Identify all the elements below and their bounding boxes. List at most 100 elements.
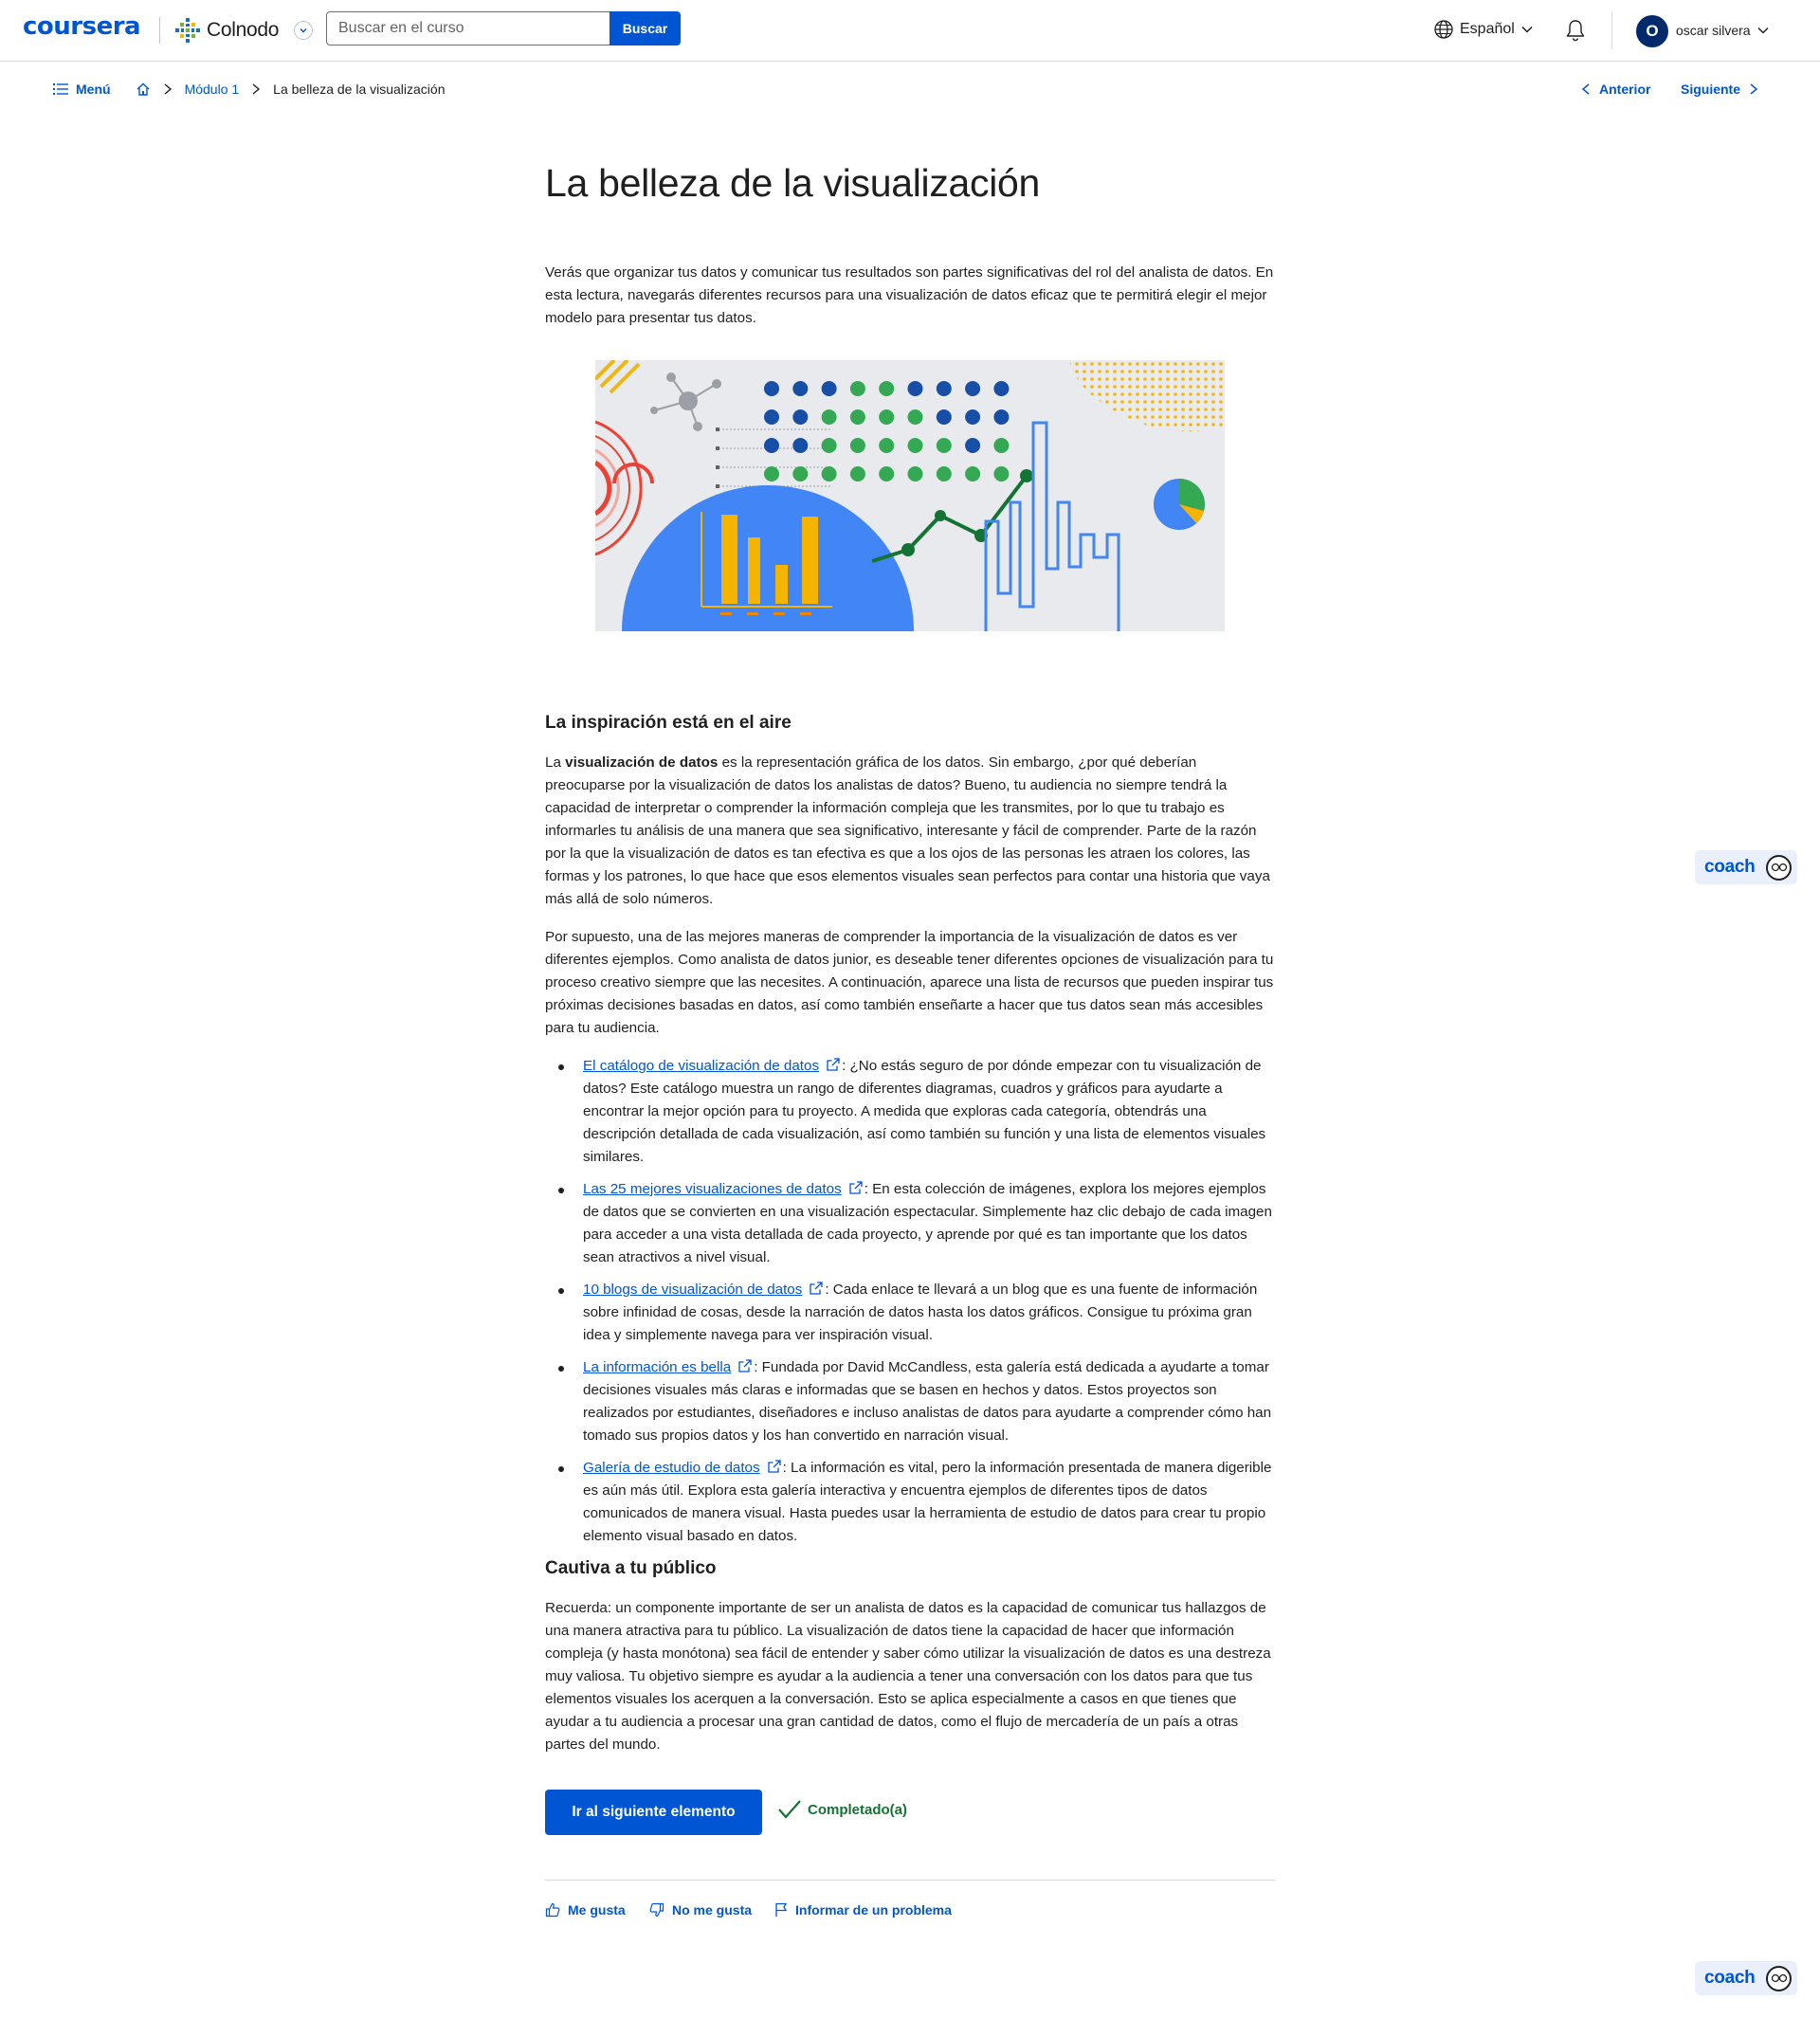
section-heading-audience: Cautiva a tu público [545, 1558, 717, 1578]
breadcrumb-module-link[interactable]: Módulo 1 [185, 82, 240, 97]
illustration-dot [764, 466, 779, 482]
illustration-dot [849, 466, 865, 482]
user-menu[interactable]: oscar silvera [1676, 23, 1770, 38]
illustration-dot [879, 381, 895, 396]
chevron-down-icon[interactable] [294, 21, 314, 40]
top-header: coursera Colnodo Buscar Español O osca [0, 0, 1820, 62]
inspiration-paragraph-2: Por supuesto, una de las mejores maneras… [545, 929, 1274, 1036]
menu-toggle[interactable]: Menú [53, 82, 111, 97]
menu-label: Menú [76, 82, 111, 97]
external-link-icon [738, 1359, 752, 1373]
search-button[interactable]: Buscar [610, 11, 681, 45]
illustration-dot [936, 438, 952, 453]
coach-glasses-icon [1766, 1965, 1792, 1991]
illustration-dot [936, 381, 952, 396]
illustration-dot [879, 438, 895, 453]
illustration-dot [907, 409, 923, 425]
header-divider [1611, 11, 1612, 49]
external-link-icon [849, 1181, 863, 1194]
thumbs-up-icon [545, 1902, 560, 1918]
term-bold: visualización de datos [565, 754, 719, 771]
globe-icon [1434, 20, 1453, 39]
notifications-bell-icon[interactable] [1562, 17, 1589, 44]
illustration-dot [936, 466, 952, 482]
chevron-right-icon [250, 82, 262, 96]
dislike-label: No me gusta [672, 1902, 753, 1918]
next-button[interactable]: Siguiente [1681, 82, 1759, 97]
audience-paragraph: Recuerda: un componente importante de se… [545, 1600, 1271, 1753]
search-input[interactable] [326, 11, 610, 45]
external-link-icon [767, 1460, 781, 1473]
illustration-dot [821, 438, 837, 453]
user-avatar[interactable]: O [1636, 15, 1668, 47]
dislike-button[interactable]: No me gusta [649, 1902, 752, 1918]
illustration-dot [792, 466, 809, 482]
like-button[interactable]: Me gusta [545, 1902, 626, 1918]
chevron-down-icon [1757, 27, 1769, 34]
breadcrumb: Menú Módulo 1 La belleza de la visualiza… [53, 82, 446, 97]
section-inspiration: La inspiración está en el aire La visual… [545, 713, 1276, 1557]
illustration-dot [849, 409, 865, 425]
illustration-dot [879, 466, 895, 482]
completed-label: Completado(a) [808, 1801, 907, 1818]
coursera-logo[interactable]: coursera [23, 12, 141, 41]
coach-glasses-icon [1766, 854, 1792, 881]
illustration-dot [764, 438, 779, 453]
partner-name: Colnodo [207, 19, 280, 41]
flag-icon [775, 1902, 788, 1917]
illustration-dot [792, 438, 809, 453]
illustration-dot [936, 409, 952, 425]
coach-button[interactable]: coach [1695, 850, 1797, 884]
chevron-right-icon [162, 82, 173, 96]
language-selector[interactable]: Español [1433, 19, 1534, 40]
inspiration-text: es la representación gráfica de los dato… [545, 754, 1270, 907]
resource-link[interactable]: Galería de estudio de datos [583, 1460, 760, 1476]
completed-status: Completado(a) [777, 1799, 907, 1820]
illustration-dot [849, 438, 865, 453]
intro-paragraph: Verás que organizar tus datos y comunica… [545, 264, 1274, 326]
illustration-dot [965, 381, 981, 396]
previous-button[interactable]: Anterior [1580, 82, 1650, 97]
thumbs-down-icon [649, 1902, 664, 1918]
logo-divider [159, 17, 160, 44]
report-label: Informar de un problema [795, 1902, 952, 1918]
divider [545, 1880, 1276, 1881]
article: La belleza de la visualización Verás que… [545, 161, 1276, 326]
illustration-dot [993, 438, 1010, 453]
chevron-left-icon [1581, 83, 1590, 95]
resource-link[interactable]: 10 blogs de visualización de datos [583, 1282, 802, 1298]
illustration-dot [993, 466, 1010, 482]
go-to-next-item-button[interactable]: Ir al siguiente elemento [545, 1790, 762, 1835]
previous-label: Anterior [1599, 82, 1651, 97]
illustration-dot [849, 381, 865, 396]
illustration-dot [821, 409, 837, 425]
illustration-dot [965, 466, 981, 482]
illustration-dot [907, 466, 923, 482]
illustration-dot [993, 409, 1010, 425]
list-item: Galería de estudio de datos: La informac… [545, 1457, 1276, 1548]
illustration-dot [821, 381, 837, 396]
section-audience: Cautiva a tu público Recuerda: un compon… [545, 1558, 1276, 1756]
coach-button[interactable]: coach [1695, 1961, 1797, 1995]
illustration-dot [993, 381, 1010, 396]
colnodo-logo-icon [175, 18, 200, 43]
illustration-dot [907, 381, 923, 396]
external-link-icon [827, 1058, 840, 1071]
user-name: oscar silvera [1676, 23, 1751, 38]
inspiration-paragraph-1: La visualización de datos es la represen… [545, 752, 1276, 911]
home-icon[interactable] [136, 82, 151, 97]
page-title: La belleza de la visualización [545, 161, 1041, 205]
data-visualization-illustration [595, 360, 1225, 631]
illustration-dot [792, 409, 809, 425]
resource-link[interactable]: Las 25 mejores visualizaciones de datos [583, 1181, 842, 1197]
resource-link[interactable]: El catálogo de visualización de datos [583, 1058, 819, 1074]
report-problem-button[interactable]: Informar de un problema [774, 1902, 952, 1918]
illustration-dot [879, 409, 895, 425]
list-item: 10 blogs de visualización de datos: Cada… [545, 1279, 1276, 1347]
partner-switcher[interactable]: Colnodo [174, 15, 314, 45]
illustration-dot [821, 466, 837, 482]
list-item: El catálogo de visualización de datos: ¿… [545, 1055, 1276, 1169]
resource-link[interactable]: La información es bella [583, 1359, 731, 1375]
chevron-down-icon [1521, 26, 1533, 33]
list-menu-icon [53, 83, 68, 95]
